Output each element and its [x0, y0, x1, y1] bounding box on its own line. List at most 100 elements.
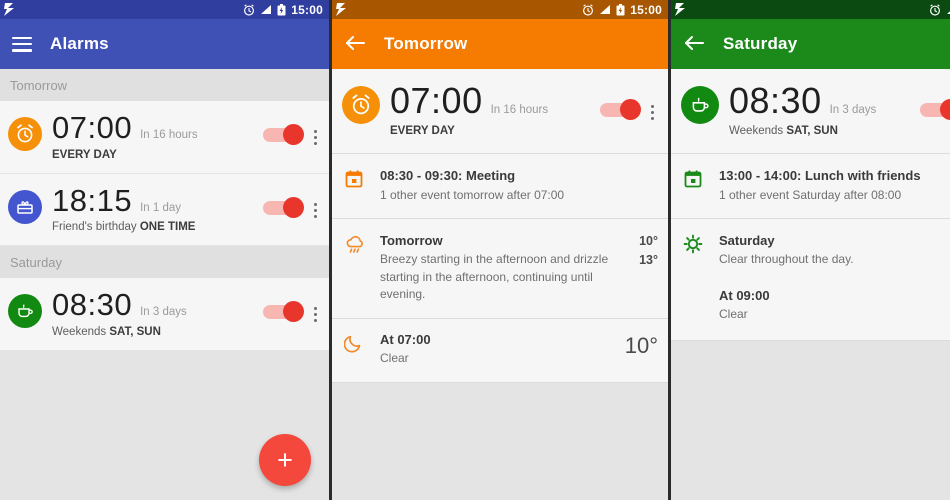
temp-at-alarm: 10°: [624, 332, 658, 358]
tomorrow-app-bar: Tomorrow: [332, 19, 668, 69]
panel-alarms: 15:00 Alarms Tomorrow 07:00 In 16 hours …: [0, 0, 329, 500]
status-time: 15:00: [630, 2, 662, 17]
alarm-toggle[interactable]: [263, 301, 304, 323]
weather-day: Saturday: [719, 232, 775, 248]
weather-at-alarm-card[interactable]: At 09:00 Clear: [671, 282, 950, 341]
alarm-summary[interactable]: 08:30 In 3 days Weekends SAT, SUN: [671, 69, 950, 154]
battery-icon: [277, 3, 286, 16]
alarm-clock-icon: [8, 117, 42, 151]
alarm-time: 07:00: [390, 80, 483, 121]
alarm-repeat-bold: EVERY DAY: [52, 148, 117, 161]
coffee-cup-icon: [8, 294, 42, 329]
calendar-event-card[interactable]: 08:30 - 09:30: Meeting 1 other event tom…: [332, 154, 668, 219]
list-item[interactable]: 18:15 In 1 day Friend's birthday ONE TIM…: [0, 173, 329, 247]
gift-icon: [8, 189, 42, 224]
back-arrow-icon[interactable]: [344, 34, 366, 54]
overflow-menu-icon[interactable]: [307, 307, 323, 323]
overflow-menu-icon[interactable]: [644, 105, 660, 120]
weather-forecast-card[interactable]: Saturday Clear throughout the day.: [671, 218, 950, 283]
at-time-title: At 09:00: [719, 287, 770, 303]
alarm-repeat: EVERY DAY: [52, 149, 259, 161]
battery-icon: [616, 3, 625, 16]
alarm-toggle[interactable]: [600, 99, 641, 120]
status-time: 15:00: [291, 2, 323, 17]
alarm-repeat-bold: ONE TIME: [139, 221, 196, 234]
flash-icon: [336, 3, 347, 16]
temperature-range: 10° 13°: [633, 232, 658, 304]
sun-icon: [683, 234, 709, 269]
group-label: Tomorrow: [10, 77, 68, 93]
weather-description: Breezy starting in the afternoon and dri…: [380, 252, 609, 302]
signal-icon: [260, 4, 272, 15]
alarm-icon: [929, 3, 941, 16]
moon-icon: [343, 333, 370, 358]
add-alarm-button[interactable]: +: [259, 434, 311, 486]
alarm-clock-icon: [342, 86, 380, 124]
panel-saturday-detail: Saturday 08:30 In 3 days Weekends SAT, S…: [671, 0, 950, 500]
coffee-cup-icon: [681, 86, 719, 124]
alarm-time: 08:30: [729, 80, 822, 121]
group-label: Saturday: [10, 254, 63, 270]
alarm-when: In 3 days: [140, 306, 187, 319]
weather-description: Clear throughout the day.: [719, 252, 854, 267]
panel-tomorrow-detail: 15:00 Tomorrow 07:00 In 16 hours EVERY D…: [332, 0, 668, 500]
alarm-label-text: Weekends: [729, 125, 787, 137]
list-item[interactable]: 07:00 In 16 hours EVERY DAY: [0, 101, 329, 174]
alarm-time: 18:15: [52, 182, 133, 218]
alarm-label: Friend's birthday ONE TIME: [52, 221, 259, 233]
empty-area: [332, 382, 668, 500]
plus-icon: +: [277, 444, 293, 475]
weather-at-alarm-card[interactable]: At 07:00 Clear 10°: [332, 318, 668, 383]
alarm-toggle[interactable]: [263, 196, 304, 218]
event-subtitle: 1 other event tomorrow after 07:00: [380, 187, 565, 202]
alarm-repeat-bold: SAT, SUN: [109, 325, 161, 338]
group-header-tomorrow: Tomorrow: [0, 69, 329, 101]
alarm-when: In 16 hours: [140, 129, 198, 141]
weather-day: Tomorrow: [380, 232, 443, 248]
calendar-event-card[interactable]: 13:00 - 14:00: Lunch with friends 1 othe…: [671, 154, 950, 219]
at-time-condition: Clear: [719, 307, 748, 322]
event-title: 13:00 - 14:00: Lunch with friends: [719, 168, 921, 183]
three-panel-screenshot: 15:00 Alarms Tomorrow 07:00 In 16 hours …: [0, 0, 950, 500]
empty-area: [671, 340, 950, 461]
calendar-icon: [683, 169, 709, 204]
at-time-title: At 07:00: [380, 331, 431, 347]
alarm-label-text: Friend's birthday: [52, 221, 140, 234]
signal-icon: [599, 4, 611, 15]
alarms-app-bar: Alarms: [0, 19, 329, 69]
event-title: 08:30 - 09:30: Meeting: [380, 168, 516, 183]
alarm-toggle[interactable]: [263, 124, 304, 145]
alarm-icon: [582, 3, 594, 16]
overflow-menu-icon[interactable]: [307, 202, 323, 218]
alarm-repeat-bold: EVERY DAY: [390, 125, 455, 137]
back-arrow-icon[interactable]: [683, 34, 705, 54]
saturday-app-bar: Saturday: [671, 19, 950, 69]
event-subtitle: 1 other event Saturday after 08:00: [719, 187, 902, 202]
page-title: Tomorrow: [384, 34, 468, 53]
list-item[interactable]: 08:30 In 3 days Weekends SAT, SUN: [0, 278, 329, 351]
calendar-icon: [344, 169, 370, 204]
alarm-when: In 1 day: [140, 201, 181, 214]
alarm-label-text: Weekends: [52, 325, 110, 338]
page-title: Saturday: [723, 34, 798, 53]
status-bar: 15:00: [0, 0, 329, 19]
alarm-time: 08:30: [52, 287, 133, 323]
alarm-summary[interactable]: 07:00 In 16 hours EVERY DAY: [332, 69, 668, 154]
alarm-toggle[interactable]: [920, 99, 950, 120]
overflow-menu-icon[interactable]: [307, 130, 323, 145]
temp-high: 13°: [639, 252, 658, 267]
status-bar: 15:00: [332, 0, 668, 19]
alarm-time: 07:00: [52, 110, 133, 145]
alarm-repeat-bold: SAT, SUN: [786, 125, 838, 137]
rain-cloud-icon: [344, 234, 370, 304]
spacer-icon: [683, 289, 709, 324]
flash-icon: [675, 3, 686, 16]
alarm-when: In 3 days: [829, 104, 877, 116]
alarm-when: In 16 hours: [490, 104, 549, 116]
hamburger-icon[interactable]: [12, 36, 32, 52]
status-bar: [671, 0, 950, 19]
weather-forecast-card[interactable]: Tomorrow Breezy starting in the afternoo…: [332, 218, 668, 319]
page-title: Alarms: [50, 34, 109, 53]
alarm-icon: [243, 3, 255, 16]
alarm-label: Weekends SAT, SUN: [52, 326, 259, 338]
